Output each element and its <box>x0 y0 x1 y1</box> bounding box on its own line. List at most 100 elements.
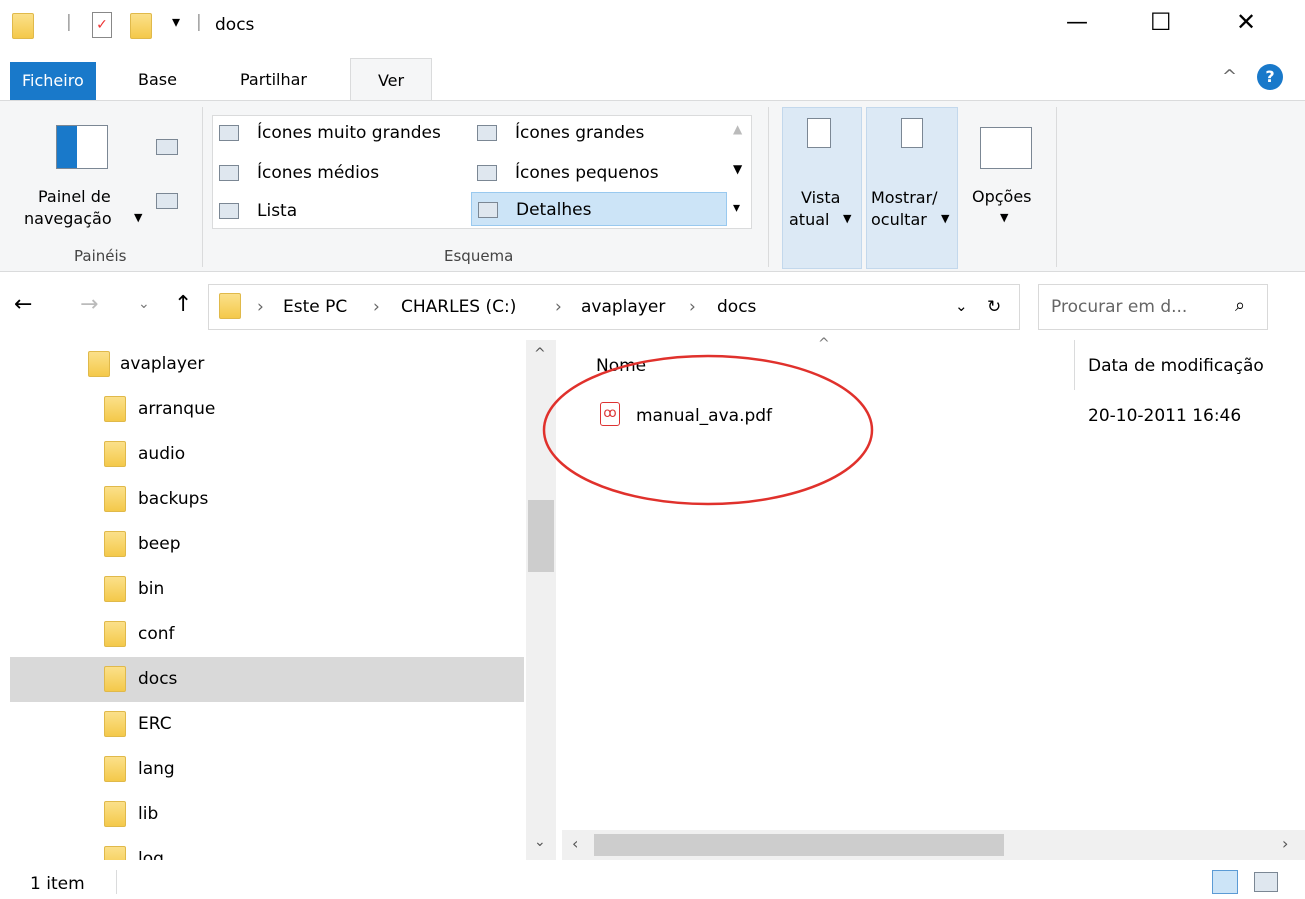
quick-access-dropdown-icon[interactable]: ▾ <box>172 12 180 31</box>
chevron-right-icon[interactable]: › <box>257 297 264 317</box>
nav-item[interactable]: beep <box>10 522 524 567</box>
details-view-icon[interactable] <box>1212 870 1238 894</box>
title-bar: | ✓ ▾ | docs — ☐ ✕ <box>0 0 1305 56</box>
close-button[interactable]: ✕ <box>1236 8 1256 36</box>
tab-file[interactable]: Ficheiro <box>10 62 96 100</box>
label: Ícones muito grandes <box>257 123 441 143</box>
list-icon <box>219 203 239 219</box>
chevron-down-icon: ▼ <box>134 211 143 224</box>
group-label-panes: Painéis <box>74 247 127 265</box>
nav-item[interactable]: backups <box>10 477 524 522</box>
nav-item-label: beep <box>138 534 181 554</box>
up-button[interactable]: ↑ <box>174 292 192 317</box>
nav-item-label: audio <box>138 444 186 464</box>
item-count: 1 item <box>30 874 85 894</box>
nav-item-selected[interactable]: docs <box>10 657 524 702</box>
gallery-scroll-up-icon[interactable]: ▲ <box>733 122 742 136</box>
address-bar[interactable]: › Este PC › CHARLES (C:) › avaplayer › d… <box>208 284 1020 330</box>
navigation-pane-icon <box>56 125 108 169</box>
hscroll-thumb[interactable] <box>594 834 1004 856</box>
help-icon[interactable]: ? <box>1257 64 1283 90</box>
scroll-down-icon[interactable]: ⌄ <box>534 834 546 850</box>
maximize-button[interactable]: ☐ <box>1150 8 1172 36</box>
nav-item-label: docs <box>138 669 178 689</box>
separator: | <box>196 12 202 32</box>
details-icon <box>478 202 498 218</box>
chevron-right-icon[interactable]: › <box>689 297 696 317</box>
nav-item-label: log <box>138 849 164 860</box>
tab-view[interactable]: Ver <box>350 58 432 102</box>
gallery-more-icon[interactable]: ▾ <box>733 200 740 216</box>
nav-item[interactable]: ERC <box>10 702 524 747</box>
layout-large-icons[interactable]: Ícones grandes <box>471 116 644 150</box>
nav-item[interactable]: audio <box>10 432 524 477</box>
folder-icon <box>104 846 126 860</box>
search-box[interactable]: Procurar em d... ⌕ <box>1038 284 1268 330</box>
nav-item[interactable]: arranque <box>10 387 524 432</box>
scroll-left-icon[interactable]: ‹ <box>572 834 578 853</box>
properties-icon[interactable]: ✓ <box>92 12 112 38</box>
nav-item[interactable]: avaplayer <box>10 342 524 387</box>
show-hide-icon <box>901 118 923 148</box>
nav-pane-label-2: navegação <box>24 209 112 228</box>
file-date: 20-10-2011 16:46 <box>1088 406 1242 426</box>
group-label-layout: Esquema <box>444 247 514 265</box>
details-pane-icon[interactable] <box>156 193 178 209</box>
breadcrumb-drive[interactable]: CHARLES (C:) <box>401 297 516 317</box>
search-input[interactable]: Procurar em d... <box>1051 297 1187 317</box>
collapse-ribbon-icon[interactable]: ^ <box>1222 66 1237 87</box>
options-button[interactable]: Opções ▼ <box>966 107 1050 269</box>
folder-icon <box>104 621 126 647</box>
tab-share[interactable]: Partilhar <box>228 58 319 102</box>
refresh-icon[interactable]: ↻ <box>987 297 1001 317</box>
options-label: Opções <box>972 187 1032 206</box>
layout-extra-large-icons[interactable]: Ícones muito grandes <box>213 116 441 150</box>
nav-item[interactable]: lang <box>10 747 524 792</box>
chevron-right-icon[interactable]: › <box>555 297 562 317</box>
large-icons-view-icon[interactable] <box>1254 872 1278 892</box>
current-view-button[interactable]: Vista atual ▼ <box>782 107 862 269</box>
layout-details[interactable]: Detalhes <box>471 192 727 226</box>
nav-item[interactable]: log <box>10 837 524 860</box>
nav-item[interactable]: bin <box>10 567 524 612</box>
new-folder-icon[interactable] <box>130 13 152 39</box>
address-history-icon[interactable]: ⌄ <box>955 297 968 315</box>
folder-icon <box>219 293 241 319</box>
column-header-date[interactable]: Data de modificação <box>1088 356 1264 376</box>
breadcrumb-this-pc[interactable]: Este PC <box>283 297 347 317</box>
minimize-button[interactable]: — <box>1066 10 1088 35</box>
recent-locations-icon[interactable]: ⌄ <box>138 296 150 312</box>
nav-item[interactable]: conf <box>10 612 524 657</box>
folder-icon <box>88 351 110 377</box>
extra-large-icons-icon <box>219 125 239 141</box>
back-button[interactable]: ← <box>14 292 32 317</box>
layout-small-icons[interactable]: Ícones pequenos <box>471 156 659 190</box>
large-icons-icon <box>477 125 497 141</box>
breadcrumb-avaplayer[interactable]: avaplayer <box>581 297 665 317</box>
separator: | <box>66 12 72 32</box>
preview-pane-icon[interactable] <box>156 139 178 155</box>
current-view-icon <box>807 118 831 148</box>
forward-button[interactable]: → <box>80 292 98 317</box>
gallery-scroll-down-icon[interactable]: ▼ <box>733 162 742 176</box>
nav-item-label: conf <box>138 624 175 644</box>
folder-icon <box>104 711 126 737</box>
chevron-right-icon[interactable]: › <box>373 297 380 317</box>
scroll-right-icon[interactable]: › <box>1282 834 1288 853</box>
layout-medium-icons[interactable]: Ícones médios <box>213 156 379 190</box>
nav-item-label: lib <box>138 804 159 824</box>
current-view-label: Vista <box>801 188 841 207</box>
breadcrumb-docs[interactable]: docs <box>717 297 756 317</box>
nav-pane-label: Painel de <box>38 187 111 206</box>
nav-item-label: avaplayer <box>120 354 205 374</box>
search-icon[interactable]: ⌕ <box>1235 295 1245 316</box>
content-hscrollbar[interactable]: ‹ › <box>562 830 1305 860</box>
navigation-pane-button[interactable]: Painel de navegação ▼ <box>24 115 142 255</box>
tab-home[interactable]: Base <box>126 58 189 102</box>
highlight-circle <box>542 354 874 506</box>
folder-icon <box>104 576 126 602</box>
nav-item[interactable]: lib <box>10 792 524 837</box>
current-view-label-2: atual <box>789 210 830 229</box>
show-hide-button[interactable]: Mostrar/ ocultar ▼ <box>866 107 958 269</box>
layout-list[interactable]: Lista <box>213 194 297 228</box>
